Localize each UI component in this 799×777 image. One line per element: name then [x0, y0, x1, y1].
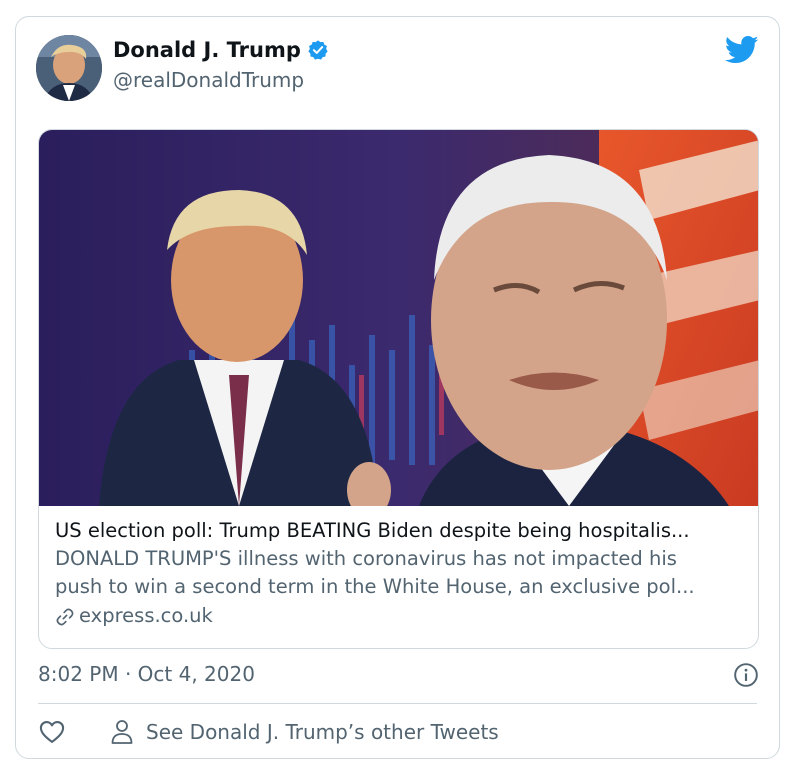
- info-icon[interactable]: [733, 662, 759, 688]
- avatar[interactable]: [36, 35, 102, 101]
- other-tweets-link[interactable]: See Donald J. Trump’s other Tweets: [146, 720, 499, 744]
- verified-badge-icon: [307, 39, 329, 61]
- author-handle[interactable]: @realDonaldTrump: [113, 68, 304, 92]
- link-preview-description-line-1: DONALD TRUMP'S illness with coronavirus …: [55, 547, 677, 570]
- twitter-bird-icon[interactable]: [724, 35, 759, 65]
- tweet-footer: See Donald J. Trump’s other Tweets: [38, 713, 499, 751]
- author-name-row[interactable]: Donald J. Trump: [113, 38, 329, 62]
- link-preview-domain[interactable]: express.co.uk: [79, 601, 213, 631]
- tweet-timestamp[interactable]: 8:02 PM · Oct 4, 2020: [38, 662, 255, 686]
- link-preview-image: [39, 130, 758, 518]
- tweet-card: Donald J. Trump @realDonaldTrump US elec…: [15, 16, 780, 759]
- link-icon: [55, 606, 75, 626]
- link-preview-text[interactable]: US election poll: Trump BEATING Biden de…: [55, 516, 744, 631]
- link-preview-description-line-2: push to win a second term in the White H…: [55, 575, 695, 598]
- person-icon[interactable]: [110, 719, 134, 745]
- link-preview-card[interactable]: US election poll: Trump BEATING Biden de…: [38, 129, 759, 649]
- heart-icon[interactable]: [38, 718, 66, 746]
- link-preview-title[interactable]: US election poll: Trump BEATING Biden de…: [55, 516, 744, 545]
- author-name[interactable]: Donald J. Trump: [113, 38, 301, 62]
- divider: [38, 703, 757, 704]
- link-preview-domain-row[interactable]: express.co.uk: [55, 601, 744, 631]
